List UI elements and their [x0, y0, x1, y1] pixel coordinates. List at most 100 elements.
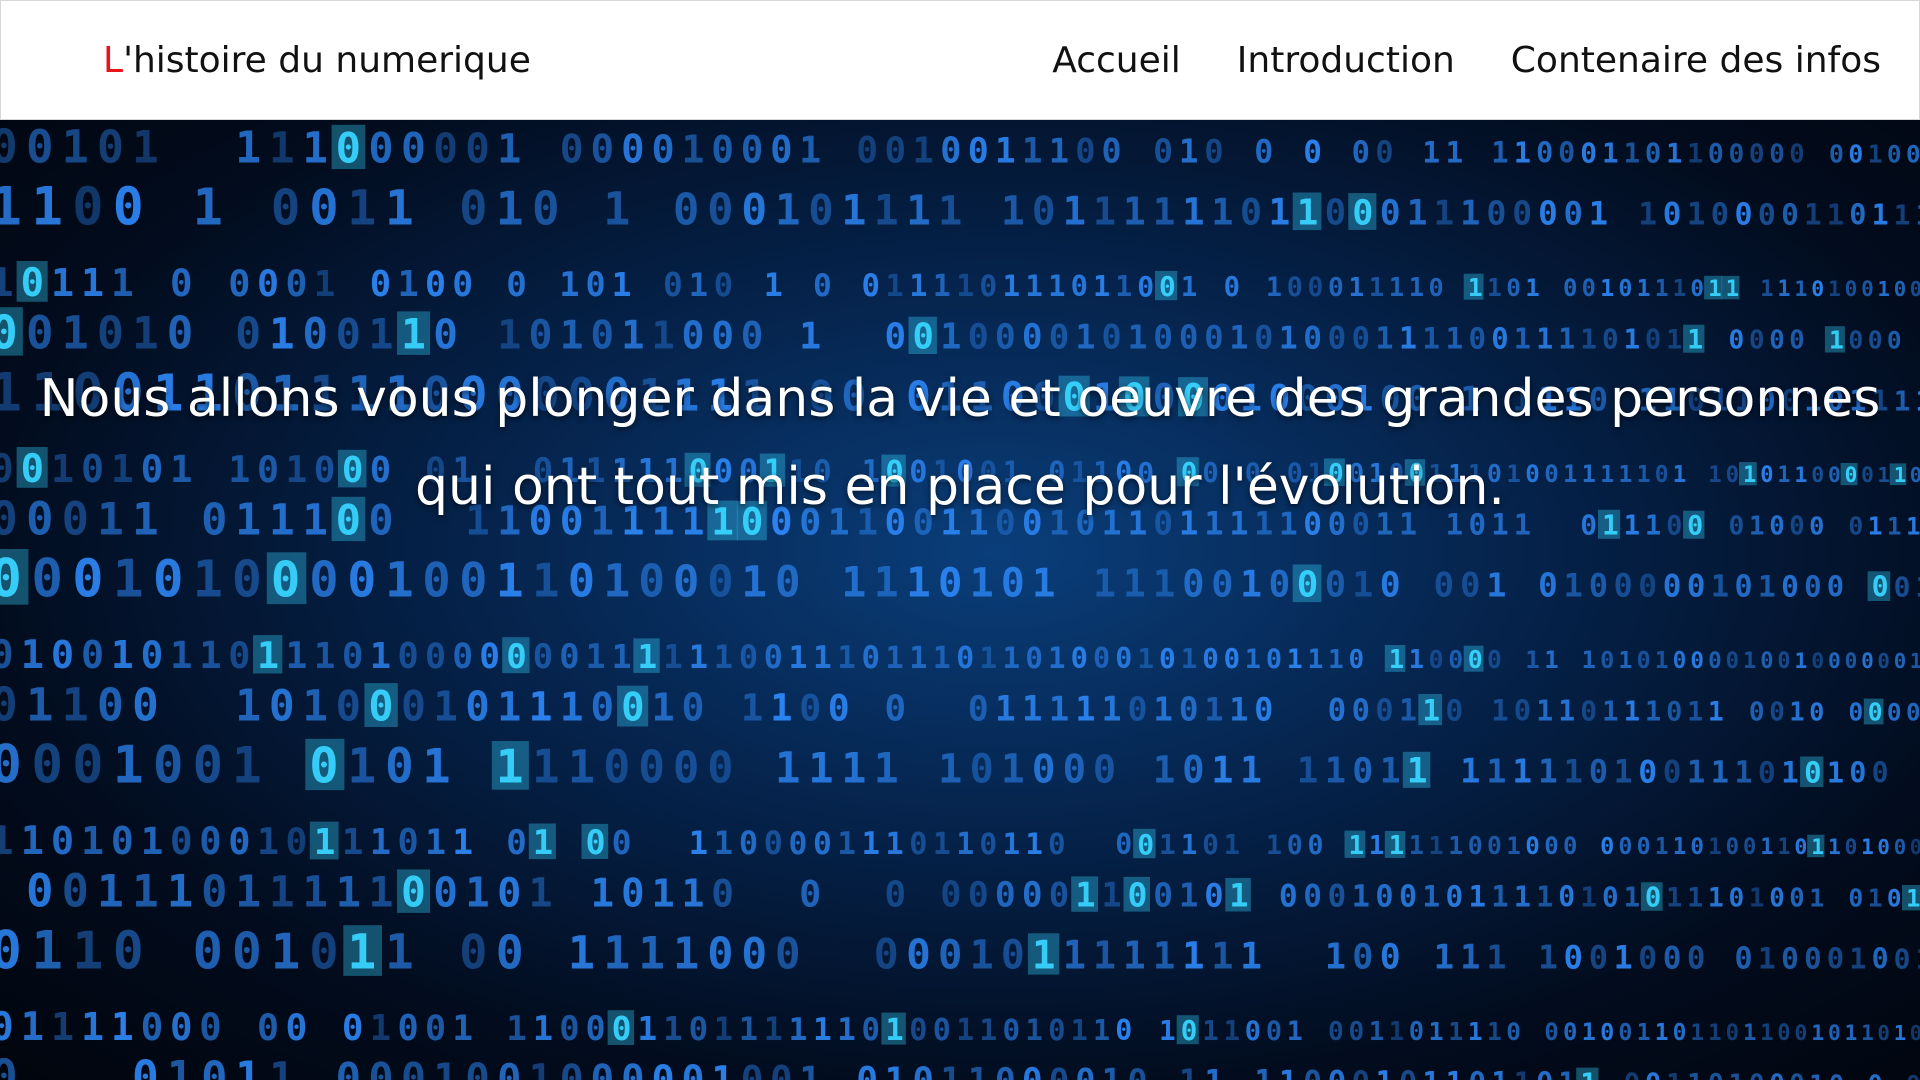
binary-digit: 0	[621, 1058, 644, 1080]
binary-digit: 1	[1349, 831, 1365, 861]
binary-digit: 1	[764, 1012, 783, 1048]
binary-digit: 1	[1369, 831, 1385, 861]
binary-digit: 1	[1211, 191, 1233, 234]
binary-digit: 1	[1287, 644, 1303, 675]
binary-digit: 1	[1582, 646, 1596, 674]
binary-digit: 0	[1729, 884, 1745, 914]
binary-digit: 0	[770, 128, 792, 172]
binary-digit: 1	[1687, 697, 1703, 728]
binary-digit: 0	[1491, 322, 1508, 356]
binary-digit: 1	[1794, 277, 1807, 302]
binary-digit: 1	[1399, 322, 1417, 357]
binary-digit: 0	[193, 736, 223, 795]
binary-digit: 1	[813, 640, 832, 676]
binary-digit: 1	[1915, 943, 1920, 976]
binary-digit: 0	[828, 687, 850, 730]
binary-digit: 0	[141, 633, 164, 677]
binary-digit: 0	[170, 1005, 193, 1049]
binary-digit: 0	[1687, 942, 1705, 977]
binary-digit: 0	[336, 310, 361, 359]
binary-digit: 1	[1460, 194, 1480, 233]
binary-digit: 1	[347, 925, 376, 981]
binary-digit: 1	[1181, 642, 1198, 675]
binary-digit: 1	[1123, 562, 1146, 606]
binary-digit: 1	[1389, 273, 1404, 303]
binary-digit: 0	[789, 826, 808, 862]
binary-digit: 1	[841, 744, 866, 793]
binary-digit: 0	[1102, 132, 1122, 171]
binary-digit: 1	[385, 182, 414, 237]
binary-digit: 1	[533, 823, 553, 862]
binary-digit: 0	[1637, 833, 1651, 860]
binary-digit: 0	[506, 823, 527, 863]
binary-digit: 0	[1872, 943, 1889, 976]
nav-link-contenaire-des-infos[interactable]: Contenaire des infos	[1511, 40, 1881, 81]
binary-digit: 1	[938, 745, 962, 793]
binary-digit: 0	[906, 931, 931, 979]
binary-digit: 0	[1269, 563, 1291, 606]
binary-digit: 0	[621, 128, 644, 173]
binary-digit: 1	[603, 555, 630, 608]
binary-digit: 0	[775, 558, 801, 608]
binary-digit: 0	[1115, 1014, 1132, 1047]
binary-digit: 1	[1845, 1020, 1858, 1045]
binary-code-background-image: 0110011100001010001101011010000001100111…	[0, 120, 1920, 1080]
binary-digit: 1	[979, 641, 997, 675]
binary-digit: 0	[913, 1061, 934, 1080]
binary-digit: 0	[1887, 884, 1902, 913]
binary-digit: 1	[995, 690, 1016, 730]
binary-digit: 1	[368, 868, 393, 917]
binary-digit: 0	[1446, 880, 1464, 914]
binary-digit: 0	[193, 922, 223, 981]
binary-digit: 0	[1287, 272, 1303, 303]
binary-digit: 0	[1663, 755, 1682, 791]
hero-tagline-line-2: qui ont tout mis en place pour l'évoluti…	[415, 457, 1505, 517]
binary-digit: 1	[663, 638, 683, 676]
binary-digit: 0	[401, 869, 426, 917]
binary-digit: 0	[1749, 1070, 1765, 1080]
binary-digit: 1	[1894, 1021, 1906, 1045]
binary-digit: 0	[586, 265, 606, 304]
site-logo[interactable]: L'histoire du numerique	[103, 40, 531, 81]
binary-digit: 0	[1071, 269, 1088, 303]
binary-digit: 1	[933, 827, 951, 862]
binary-digit: 0	[1673, 648, 1687, 674]
binary-digit: 0	[0, 633, 14, 678]
binary-digit: 1	[1204, 1063, 1223, 1080]
binary-digit: 1	[714, 638, 733, 676]
binary-digit: 1	[956, 269, 974, 304]
binary-digit: 1	[714, 1010, 733, 1048]
binary-digit: 1	[906, 559, 931, 607]
binary-digit: 0	[1580, 137, 1597, 170]
binary-digit: 1	[0, 819, 14, 864]
binary-digit: 0	[1894, 943, 1911, 976]
nav-link-introduction[interactable]: Introduction	[1237, 40, 1455, 81]
binary-digit: 0	[1308, 272, 1324, 303]
binary-digit: 1	[1254, 1065, 1273, 1080]
binary-digit: 0	[707, 186, 733, 236]
binary-digit: 0	[808, 186, 833, 235]
binary-digit: 0	[97, 307, 124, 360]
binary-digit: 1	[841, 186, 866, 235]
binary-digit: 0	[342, 636, 364, 677]
binary-digit: 0	[1159, 270, 1176, 303]
binary-digit: 1	[1389, 645, 1404, 675]
binary-digit: 1	[689, 638, 709, 676]
binary-digit: 0	[72, 178, 103, 238]
binary-digit: 1	[1380, 752, 1401, 792]
binary-digit: 1	[940, 1061, 961, 1080]
binary-digit: 1	[1624, 697, 1641, 728]
binary-digit: 1	[1297, 193, 1319, 234]
binary-digit: 0	[1204, 319, 1223, 357]
binary-digit: 0	[1380, 938, 1401, 978]
binary-digit: 1	[1422, 322, 1440, 357]
binary-digit: 0	[1409, 1016, 1424, 1046]
binary-digit: 0	[0, 549, 22, 610]
binary-digit: 0	[885, 875, 907, 916]
binary-digit: 0	[1894, 277, 1906, 301]
binary-digit: 0	[1128, 1062, 1148, 1080]
nav-link-accueil[interactable]: Accueil	[1052, 40, 1181, 81]
binary-digit: 0	[1303, 879, 1322, 915]
binary-digit: 1	[314, 264, 336, 305]
binary-digit: 1	[1781, 756, 1799, 790]
